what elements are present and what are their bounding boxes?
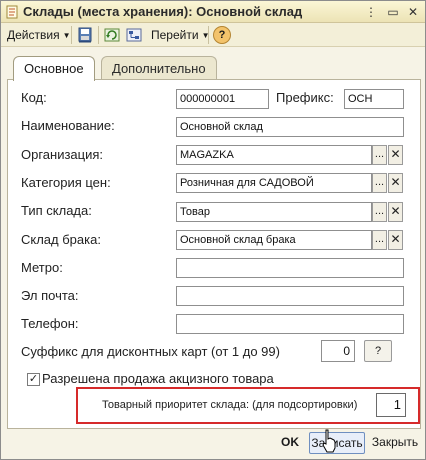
close-button[interactable]: Закрыть bbox=[369, 432, 421, 454]
window-title: Склады (места хранения): Основной склад bbox=[23, 4, 303, 19]
discount-suffix-field[interactable]: 0 bbox=[321, 340, 355, 362]
priority-field[interactable]: 1 bbox=[376, 393, 406, 417]
warehouse-type-label: Тип склада: bbox=[21, 203, 92, 218]
excise-checkbox[interactable]: ✓ bbox=[27, 373, 40, 386]
price-category-field[interactable]: Розничная для САДОВОЙ bbox=[176, 173, 372, 193]
email-field[interactable] bbox=[176, 286, 404, 306]
price-category-label: Категория цен: bbox=[21, 175, 111, 190]
defect-warehouse-label: Склад брака: bbox=[21, 232, 101, 247]
refresh-icon[interactable] bbox=[103, 26, 121, 44]
toolbar-separator bbox=[71, 26, 72, 44]
save-button[interactable]: Записать bbox=[309, 432, 365, 454]
warehouse-type-field[interactable]: Товар bbox=[176, 202, 372, 222]
ok-button[interactable]: OK bbox=[277, 432, 303, 454]
name-label: Наименование: bbox=[21, 118, 115, 133]
help-icon[interactable]: ? bbox=[213, 26, 231, 44]
tab-additional[interactable]: Дополнительно bbox=[101, 56, 217, 80]
goto-menu[interactable]: Перейти ▼ bbox=[151, 27, 209, 43]
document-icon bbox=[6, 5, 18, 19]
phone-label: Телефон: bbox=[21, 316, 79, 331]
chevron-down-icon: ▼ bbox=[62, 31, 71, 40]
save-file-icon[interactable] bbox=[76, 26, 94, 44]
phone-field[interactable] bbox=[176, 314, 404, 334]
restore-icon[interactable]: ▭ bbox=[385, 4, 401, 20]
toolbar-separator bbox=[208, 26, 209, 44]
defect-warehouse-field[interactable]: Основной склад брака bbox=[176, 230, 372, 250]
discount-suffix-help-button[interactable]: ? bbox=[364, 340, 392, 362]
price-category-clear-button[interactable]: ✕ bbox=[388, 173, 403, 193]
hand-cursor-icon bbox=[322, 429, 336, 453]
actions-label: Действия bbox=[7, 28, 60, 42]
structure-icon[interactable] bbox=[125, 26, 143, 44]
email-label: Эл почта: bbox=[21, 288, 79, 303]
close-window-icon[interactable]: ✕ bbox=[405, 4, 421, 20]
menu-icon[interactable]: ⋮ bbox=[363, 4, 379, 20]
excise-label: Разрешена продажа акцизного товара bbox=[42, 371, 274, 386]
defect-warehouse-select-button[interactable]: ... bbox=[372, 230, 387, 250]
organization-clear-button[interactable]: ✕ bbox=[388, 145, 403, 165]
code-field[interactable]: 000000001 bbox=[176, 89, 269, 109]
toolbar-separator bbox=[98, 26, 99, 44]
warehouse-type-select-button[interactable]: ... bbox=[372, 202, 387, 222]
price-category-select-button[interactable]: ... bbox=[372, 173, 387, 193]
organization-field[interactable]: MAGAZKA bbox=[176, 145, 372, 165]
tab-main[interactable]: Основное bbox=[13, 56, 95, 81]
actions-menu[interactable]: Действия ▼ bbox=[7, 27, 71, 43]
metro-field[interactable] bbox=[176, 258, 404, 278]
code-label: Код: bbox=[21, 90, 47, 105]
priority-label: Товарный приоритет склада: (для подсорти… bbox=[102, 399, 358, 411]
prefix-label: Префикс: bbox=[276, 90, 334, 105]
name-field[interactable]: Основной склад bbox=[176, 117, 404, 137]
organization-label: Организация: bbox=[21, 147, 104, 162]
metro-label: Метро: bbox=[21, 260, 63, 275]
title-bar: Склады (места хранения): Основной склад … bbox=[1, 1, 425, 23]
warehouse-type-clear-button[interactable]: ✕ bbox=[388, 202, 403, 222]
defect-warehouse-clear-button[interactable]: ✕ bbox=[388, 230, 403, 250]
discount-suffix-label: Суффикс для дисконтных карт (от 1 до 99) bbox=[21, 344, 280, 359]
organization-select-button[interactable]: ... bbox=[372, 145, 387, 165]
goto-label: Перейти bbox=[151, 28, 199, 42]
toolbar: Действия ▼ Перейти ▼ ? bbox=[1, 23, 425, 47]
warehouse-window: Склады (места хранения): Основной склад … bbox=[0, 0, 426, 460]
prefix-field[interactable]: ОСН bbox=[344, 89, 404, 109]
